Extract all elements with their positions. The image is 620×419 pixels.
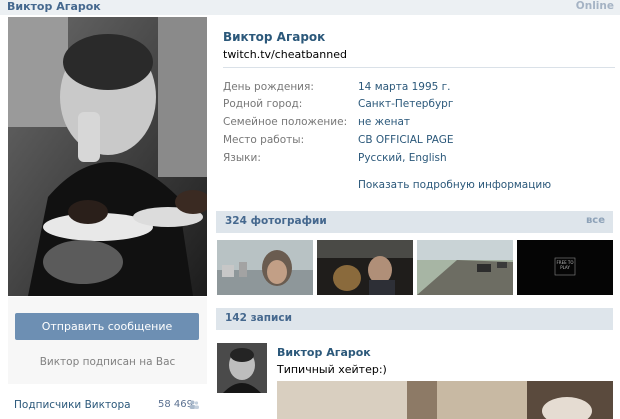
info-row-languages: Языки: Русский, English	[223, 152, 615, 166]
profile-name: Виктор Агарок	[223, 30, 326, 44]
post-text: Типичный хейтер:)	[277, 363, 387, 376]
send-message-button[interactable]: Отправить сообщение	[15, 313, 199, 340]
photo-thumb[interactable]	[217, 240, 313, 295]
header-name[interactable]: Виктор Агарок	[7, 0, 101, 13]
photos-title[interactable]: 324 фотографии	[225, 215, 327, 227]
show-more-link[interactable]: Показать подробную информацию	[358, 179, 551, 191]
follow-note: Виктор подписан на Вас	[39, 356, 176, 368]
online-status: Online	[575, 0, 614, 12]
photos-all-link[interactable]: все	[586, 215, 605, 226]
profile-photo-image	[8, 17, 207, 296]
left-actions-box	[8, 297, 207, 384]
info-label: День рождения:	[223, 81, 314, 93]
thumb-caption: FREE TO PLAY	[556, 260, 574, 270]
info-label: Семейное положение:	[223, 116, 348, 128]
wall-header[interactable]: 142 записи	[216, 308, 613, 330]
profile-photo[interactable]	[8, 17, 207, 296]
info-value[interactable]: 14 марта 1995 г.	[358, 81, 451, 93]
info-row-hometown: Родной город: Санкт-Петербург	[223, 98, 615, 112]
info-label: Языки:	[223, 152, 261, 164]
photo-thumb[interactable]	[417, 240, 513, 295]
info-label: Родной город:	[223, 98, 303, 110]
subscribers-label[interactable]: Подписчики Виктора	[14, 399, 131, 411]
info-value[interactable]: не женат	[358, 116, 410, 128]
info-row-work: Место работы: CB OFFICIAL PAGE	[223, 134, 615, 148]
info-label: Место работы:	[223, 134, 305, 146]
post-image[interactable]	[277, 381, 613, 419]
post-author-avatar[interactable]	[217, 343, 267, 393]
photo-thumb[interactable]: FREE TO PLAY	[517, 240, 613, 295]
people-icon	[189, 400, 199, 409]
info-row-relationship: Семейное положение: не женат	[223, 116, 615, 130]
profile-status[interactable]: twitch.tv/cheatbanned	[223, 48, 347, 61]
divider	[223, 67, 615, 68]
info-value[interactable]: Санкт-Петербург	[358, 98, 453, 110]
info-value[interactable]: Русский, English	[358, 152, 447, 164]
info-row-birthday: День рождения: 14 марта 1995 г.	[223, 81, 615, 95]
info-value[interactable]: CB OFFICIAL PAGE	[358, 134, 454, 146]
post-author-name[interactable]: Виктор Агарок	[277, 346, 371, 359]
photos-header[interactable]: 324 фотографии все	[216, 211, 613, 233]
photo-thumb[interactable]	[317, 240, 413, 295]
top-bar: Виктор Агарок Online	[0, 0, 620, 15]
subscribers-count: 58 469	[158, 399, 193, 410]
wall-title[interactable]: 142 записи	[225, 312, 292, 324]
